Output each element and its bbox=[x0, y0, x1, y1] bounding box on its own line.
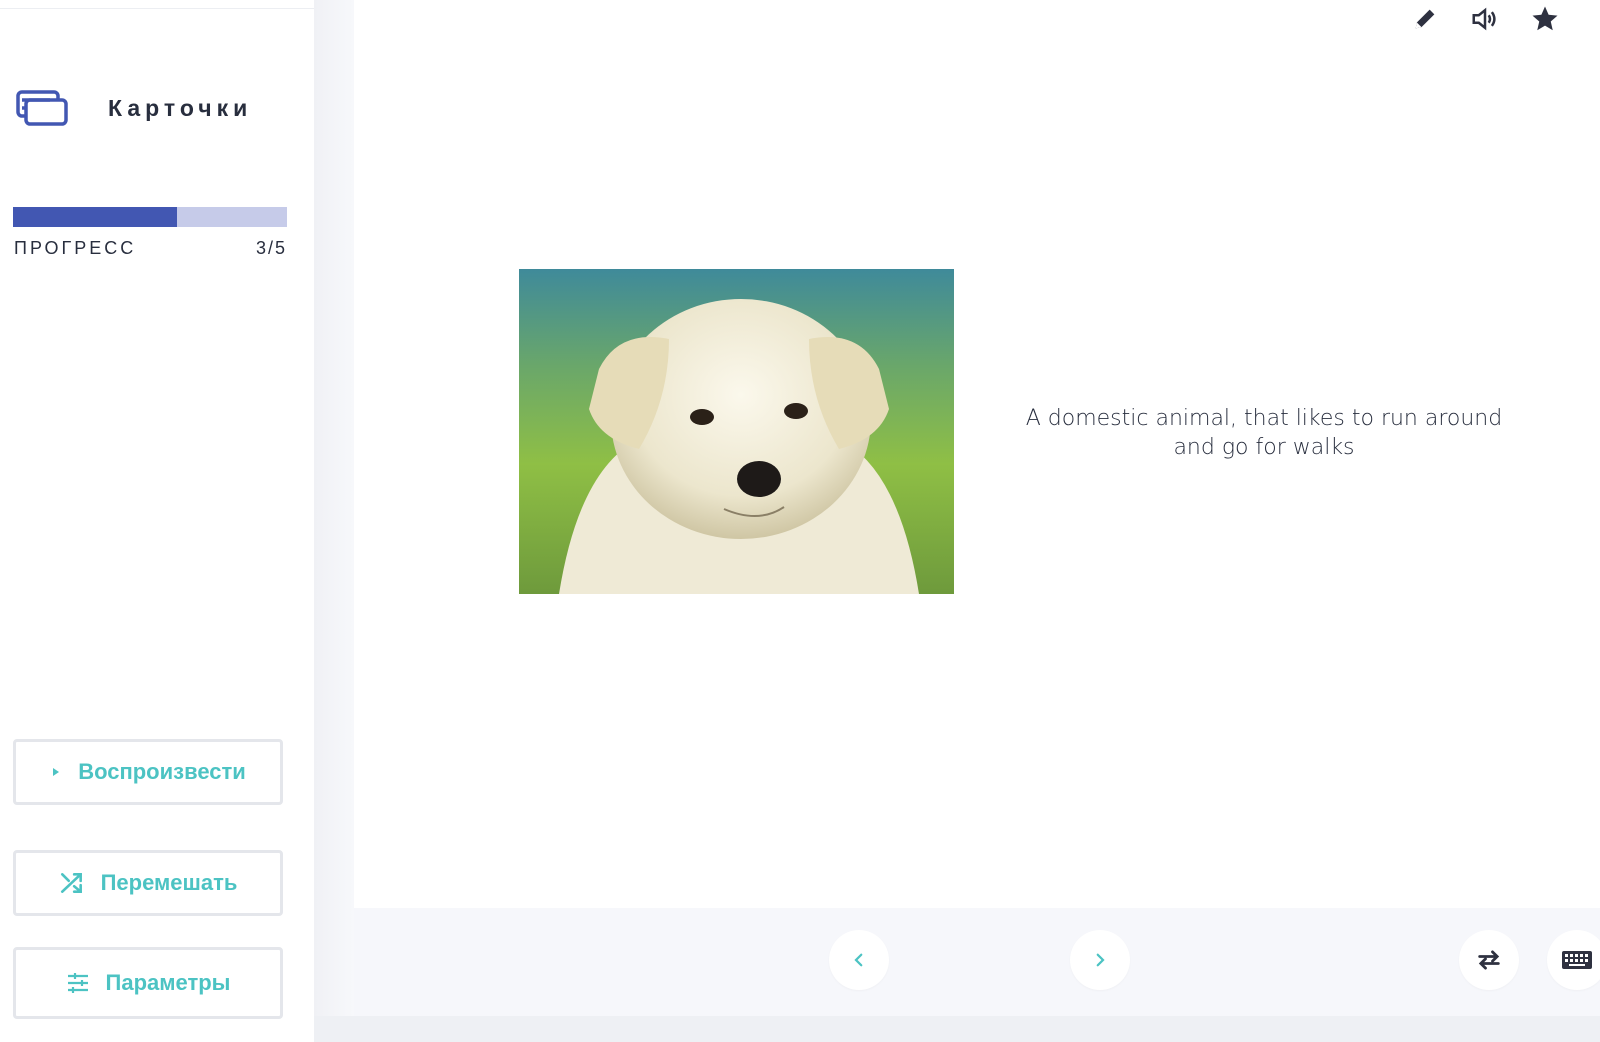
card-area[interactable]: A domestic animal, that likes to run aro… bbox=[354, 0, 1600, 908]
progress-label: ПРОГРЕСС bbox=[14, 238, 137, 258]
keyboard-shortcuts-button[interactable] bbox=[1547, 930, 1600, 990]
swap-icon bbox=[1478, 950, 1500, 970]
divider bbox=[0, 8, 314, 9]
sliders-icon bbox=[66, 971, 90, 995]
chevron-left-icon bbox=[854, 953, 863, 967]
edit-icon[interactable] bbox=[1408, 2, 1442, 36]
play-button[interactable]: Воспроизвести bbox=[13, 739, 283, 805]
bottom-strip bbox=[314, 1016, 1600, 1042]
audio-icon[interactable] bbox=[1468, 2, 1502, 36]
options-button[interactable]: Параметры bbox=[13, 947, 283, 1019]
play-icon bbox=[50, 765, 62, 779]
progress-fill bbox=[13, 207, 178, 227]
keyboard-icon bbox=[1562, 951, 1592, 969]
puppy-photo bbox=[519, 269, 954, 594]
next-card-button[interactable] bbox=[1070, 930, 1130, 990]
cards-icon bbox=[16, 90, 68, 126]
shuffle-button[interactable]: Перемешать bbox=[13, 850, 283, 916]
card-definition: A domestic animal, that likes to run aro… bbox=[1025, 406, 1503, 460]
card-toolbar bbox=[1408, 2, 1562, 36]
shuffle-icon bbox=[59, 870, 85, 896]
sidebar-edge bbox=[314, 0, 354, 1042]
sidebar: Карточки ПРОГРЕСС 3/5 Воспроизвести Пере… bbox=[0, 0, 314, 1042]
progress-count: 3/5 bbox=[255, 238, 287, 258]
star-icon[interactable] bbox=[1528, 2, 1562, 36]
shuffle-button-label: Перемешать bbox=[100, 870, 238, 895]
mode-header: Карточки bbox=[16, 88, 252, 128]
previous-card-button[interactable] bbox=[829, 930, 889, 990]
mode-title: Карточки bbox=[108, 94, 253, 121]
play-button-label: Воспроизвести bbox=[78, 759, 246, 784]
progress-bar bbox=[13, 207, 287, 227]
swap-sides-button[interactable] bbox=[1459, 930, 1519, 990]
options-button-label: Параметры bbox=[105, 970, 231, 995]
chevron-right-icon bbox=[1096, 953, 1105, 967]
